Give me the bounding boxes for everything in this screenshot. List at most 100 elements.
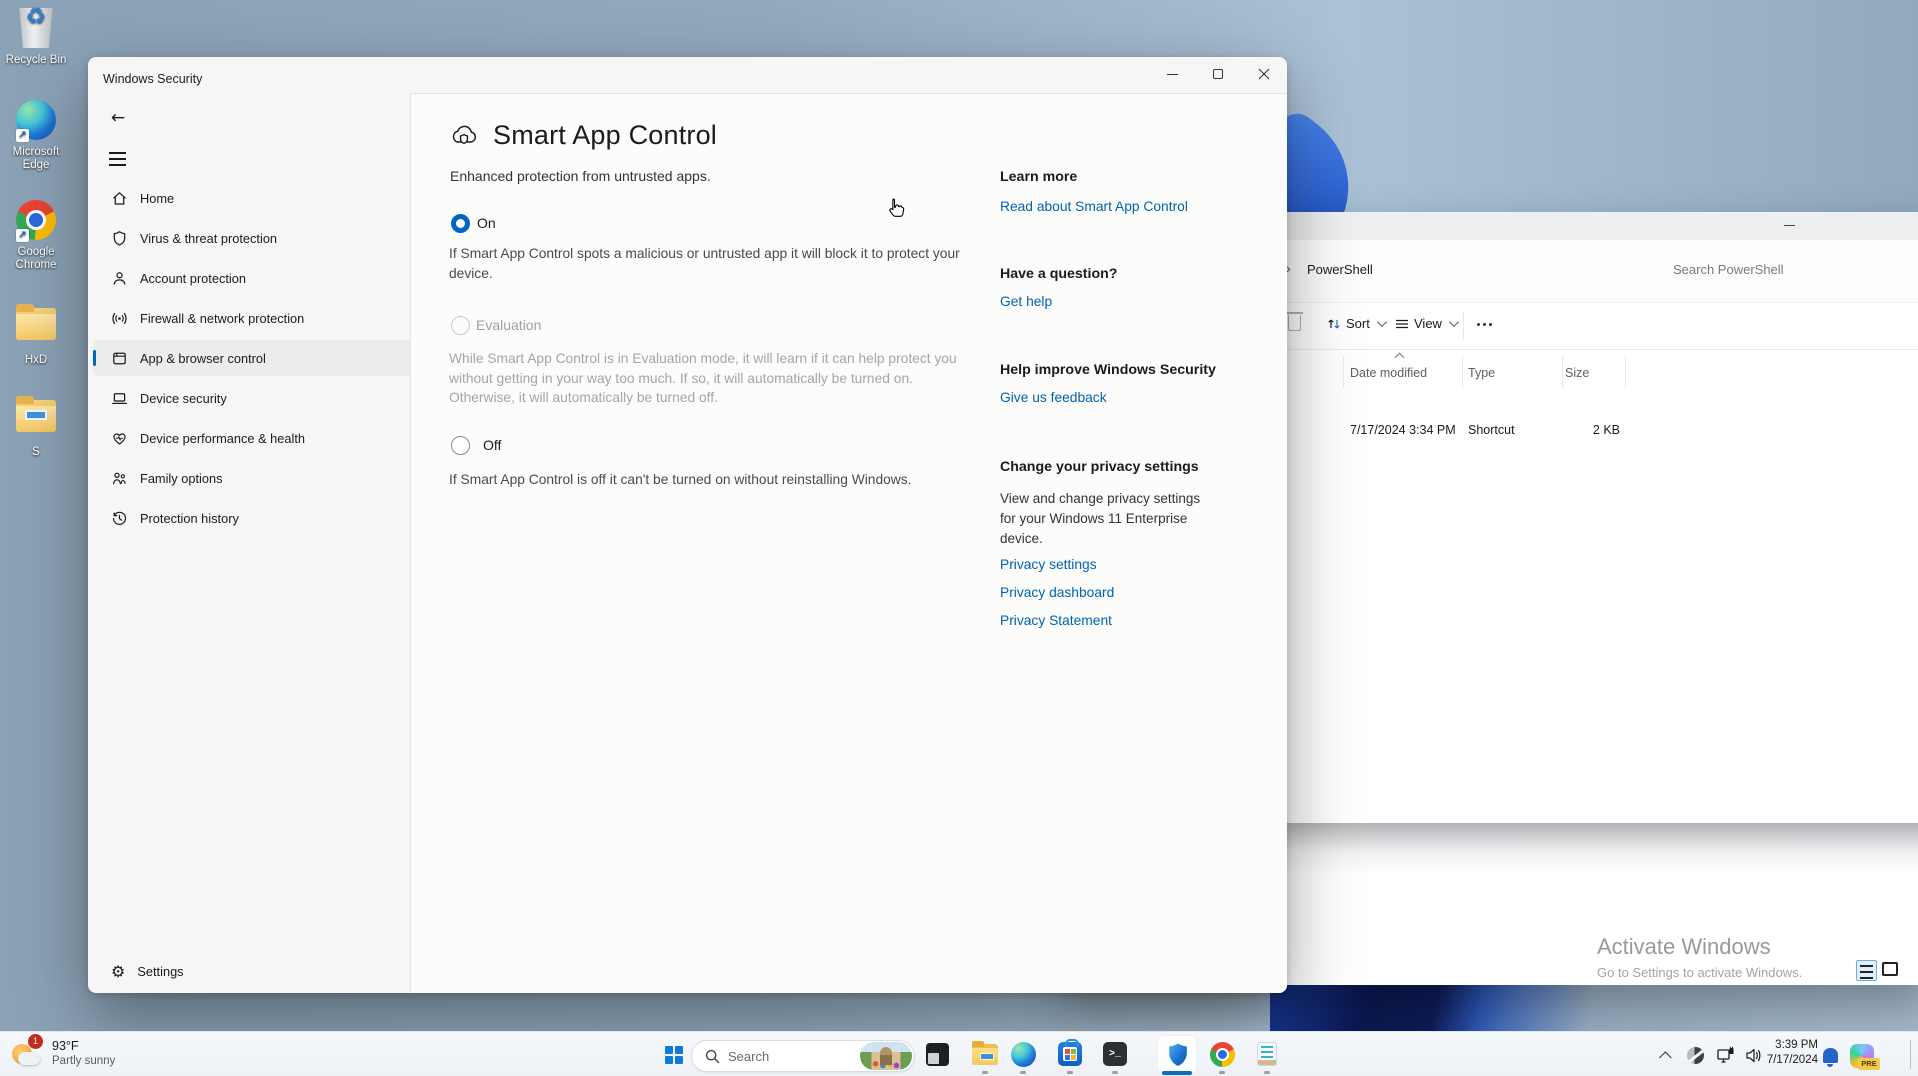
radio-evaluation[interactable] [451, 316, 470, 335]
taskbar-app-dark[interactable] [919, 1038, 955, 1070]
desktop-icon-recycle-bin[interactable]: ♻ Recycle Bin [0, 6, 72, 67]
tray-clock[interactable]: 3:39 PM 7/17/2024 [1760, 1038, 1818, 1068]
desktop-icon-microsoft-edge[interactable]: ↗ Microsoft Edge [0, 98, 72, 172]
start-button[interactable] [655, 1039, 693, 1070]
taskbar-search-box[interactable]: Search [691, 1040, 915, 1072]
running-indicator [1219, 1071, 1225, 1074]
desktop-icon-hxd[interactable]: HxD [0, 304, 72, 367]
read-about-link[interactable]: Read about Smart App Control [1000, 199, 1188, 214]
weather-widget[interactable]: 1 93°F Partly sunny [10, 1036, 190, 1073]
sidebar-item-label: App & browser control [140, 351, 266, 366]
desktop-icon-google-chrome[interactable]: ↗ Google Chrome [0, 198, 72, 272]
desktop: ♻ Recycle Bin ↗ Microsoft Edge ↗ Google … [0, 0, 1918, 1076]
taskbar-edge[interactable] [1005, 1038, 1041, 1070]
sidebar-item-label: Firewall & network protection [140, 311, 304, 326]
more-options-button[interactable] [1477, 323, 1492, 326]
sidebar-item-label: Device performance & health [140, 431, 305, 446]
taskbar-chrome[interactable] [1204, 1038, 1240, 1070]
view-button[interactable]: View [1395, 316, 1456, 331]
windows-security-window: Windows Security ← Home Virus & threat p… [88, 57, 1287, 993]
aside-question-title: Have a question? [1000, 266, 1230, 282]
shortcut-arrow-icon: ↗ [16, 129, 29, 142]
windows-logo-icon [665, 1046, 683, 1064]
sidebar-item-home[interactable]: Home [93, 180, 423, 216]
weather-temperature: 93°F [52, 1039, 115, 1053]
laptop-icon [111, 390, 128, 407]
family-icon [111, 470, 128, 487]
radio-on-label[interactable]: On [477, 215, 496, 231]
watermark-title: Activate Windows [1597, 934, 1802, 960]
breadcrumb[interactable]: PowerShell [1307, 262, 1373, 277]
taskbar-store[interactable] [1052, 1038, 1088, 1070]
desktop-icon-s[interactable]: S [0, 396, 72, 459]
tray-network-button[interactable] [1711, 1041, 1739, 1069]
delete-icon[interactable] [1288, 315, 1301, 331]
sidebar-item-protection-history[interactable]: Protection history [93, 500, 423, 536]
desktop-icon-label: Recycle Bin [0, 54, 72, 67]
dark-app-icon [926, 1043, 949, 1066]
close-button[interactable] [1241, 57, 1287, 91]
sidebar-item-app-browser-control[interactable]: App & browser control [93, 340, 423, 376]
weather-icon: 1 [10, 1036, 44, 1070]
running-indicator [1067, 1071, 1073, 1074]
sidebar-item-family-options[interactable]: Family options [93, 460, 423, 496]
taskbar-file-explorer[interactable] [967, 1038, 1003, 1070]
terminal-icon: >_ [1103, 1042, 1127, 1066]
slashed-circle-icon [1687, 1047, 1704, 1064]
content-pane: Smart App Control Enhanced protection fr… [410, 93, 1287, 993]
column-header-size[interactable]: Size [1565, 366, 1589, 380]
privacy-statement-link[interactable]: Privacy Statement [1000, 613, 1112, 628]
tray-hidden-icons-button[interactable] [1653, 1041, 1681, 1069]
chevron-down-icon [1377, 317, 1387, 327]
taskbar-windows-security-active[interactable] [1157, 1035, 1197, 1073]
back-button[interactable]: ← [102, 104, 134, 132]
tray-notifications-button[interactable] [1816, 1041, 1844, 1069]
search-icon [705, 1049, 720, 1064]
column-header-type[interactable]: Type [1468, 366, 1495, 380]
search-placeholder: Search [728, 1049, 769, 1064]
show-desktop-button[interactable] [1910, 1040, 1911, 1069]
radio-off-label[interactable]: Off [483, 437, 501, 453]
column-header-date-modified[interactable]: Date modified [1350, 366, 1427, 380]
explorer-minimize-button[interactable] [1784, 225, 1795, 226]
privacy-settings-link[interactable]: Privacy settings [1000, 557, 1097, 572]
radio-on[interactable] [451, 214, 470, 233]
sort-label: Sort [1346, 316, 1370, 331]
explorer-search-input[interactable]: Search PowerShell [1673, 262, 1784, 277]
details-view-toggle[interactable] [1856, 960, 1877, 981]
menu-toggle-button[interactable] [104, 149, 130, 169]
give-feedback-link[interactable]: Give us feedback [1000, 390, 1107, 405]
sidebar-item-account-protection[interactable]: Account protection [93, 260, 423, 296]
get-help-link[interactable]: Get help [1000, 294, 1052, 309]
recycle-symbol-icon: ♻ [13, 11, 59, 24]
active-window-indicator [1162, 1071, 1192, 1075]
running-indicator [1112, 1071, 1118, 1074]
edge-icon [1011, 1042, 1036, 1067]
close-icon [1258, 68, 1270, 80]
thumbnail-view-toggle[interactable] [1882, 962, 1898, 976]
desktop-icon-label: Microsoft Edge [0, 146, 72, 172]
sidebar-item-settings[interactable]: ⚙ Settings [93, 953, 423, 989]
sidebar-item-label: Settings [137, 964, 183, 979]
search-highlight-image[interactable] [860, 1042, 912, 1070]
radio-evaluation-label[interactable]: Evaluation [476, 317, 541, 333]
mouse-cursor [884, 196, 908, 227]
minimize-button[interactable] [1149, 57, 1195, 91]
sidebar-item-device-security[interactable]: Device security [93, 380, 423, 416]
taskbar-notepad[interactable] [1249, 1038, 1285, 1070]
radio-on-description: If Smart App Control spots a malicious o… [449, 244, 979, 283]
radio-off[interactable] [451, 436, 470, 455]
privacy-dashboard-link[interactable]: Privacy dashboard [1000, 585, 1114, 600]
sidebar-item-device-performance-health[interactable]: Device performance & health [93, 420, 423, 456]
desktop-icon-label: S [0, 446, 72, 459]
sidebar-item-virus-threat-protection[interactable]: Virus & threat protection [93, 220, 423, 256]
heart-pulse-icon [111, 430, 128, 447]
tray-status-button[interactable] [1681, 1041, 1709, 1069]
bell-icon [1823, 1048, 1838, 1063]
maximize-button[interactable] [1195, 57, 1241, 91]
chrome-icon [1210, 1042, 1235, 1067]
taskbar-terminal[interactable]: >_ [1097, 1038, 1133, 1070]
sort-button[interactable]: Sort [1327, 316, 1384, 331]
sidebar-item-firewall-network-protection[interactable]: Firewall & network protection [93, 300, 423, 336]
activate-windows-watermark: Activate Windows Go to Settings to activ… [1597, 934, 1802, 980]
